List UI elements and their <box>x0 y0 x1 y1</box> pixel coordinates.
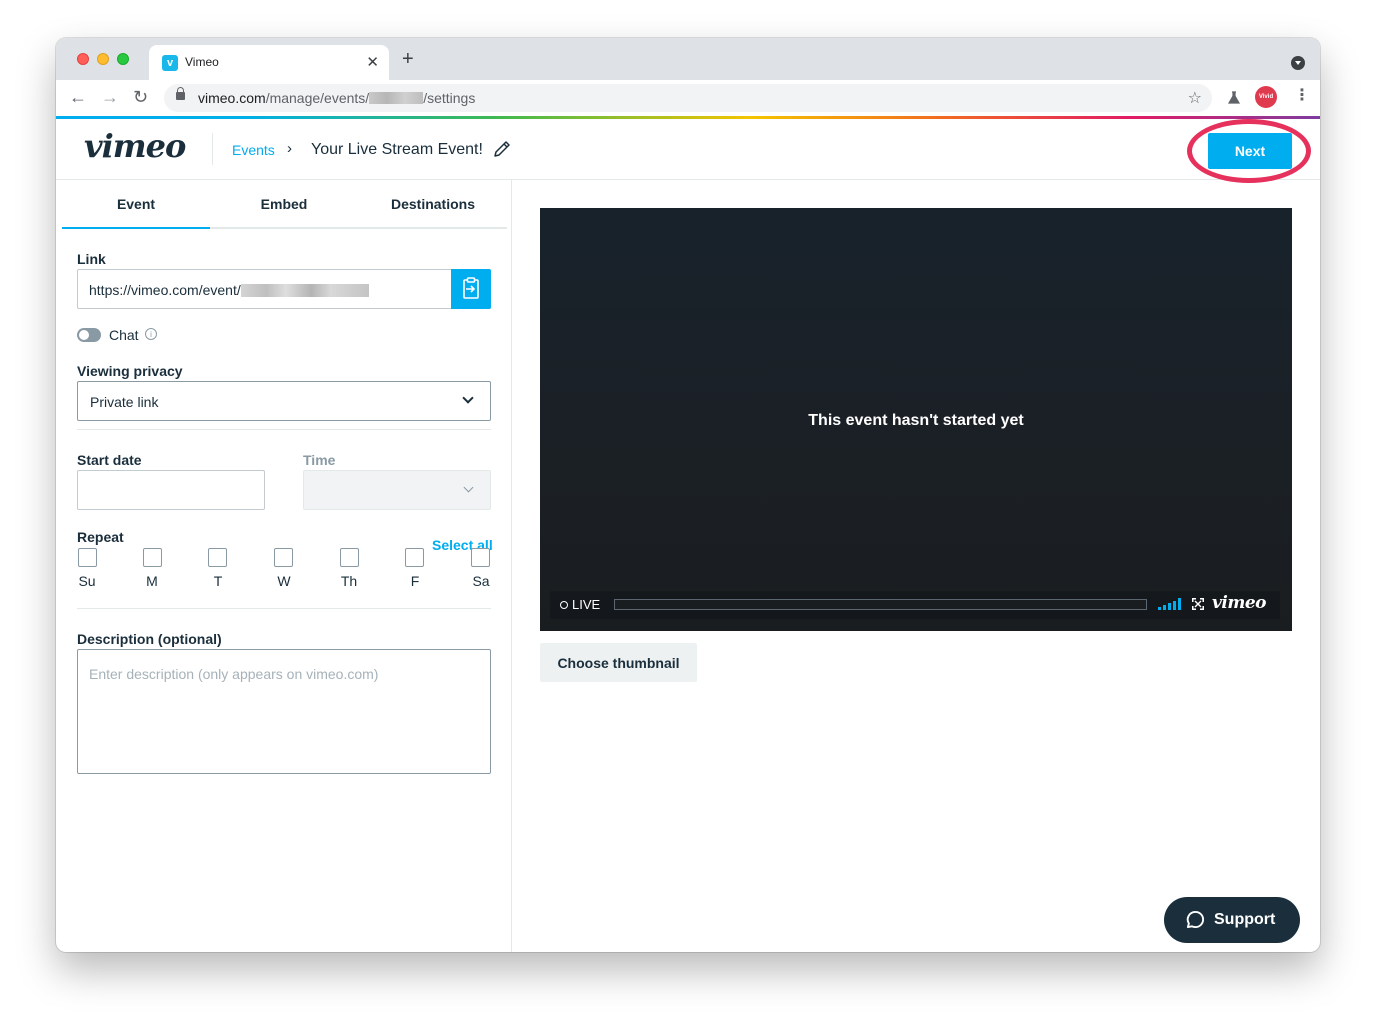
tab-embed[interactable]: Embed <box>210 196 358 212</box>
choose-thumbnail-button[interactable]: Choose thumbnail <box>540 643 697 682</box>
chat-toggle[interactable] <box>77 328 101 342</box>
day-label-thursday: Th <box>340 573 358 589</box>
repeat-checkbox-monday[interactable] <box>143 548 162 567</box>
day-label-monday: M <box>146 573 158 589</box>
new-tab-button[interactable]: + <box>402 49 414 69</box>
url-domain: vimeo.com <box>198 90 266 106</box>
description-label: Description (optional) <box>77 631 222 647</box>
repeat-checkbox-friday[interactable] <box>405 548 424 567</box>
url-text: vimeo.com/manage/events/ /settings <box>198 90 475 106</box>
event-link-field[interactable]: https://vimeo.com/event/ <box>77 269 491 309</box>
profile-avatar[interactable]: Vivid SNAPS <box>1255 86 1277 122</box>
maximize-window-button[interactable] <box>117 53 129 65</box>
link-label: Link <box>77 251 106 267</box>
annotation-highlight-circle <box>1187 119 1311 183</box>
tab-destinations[interactable]: Destinations <box>359 196 507 212</box>
vimeo-logo[interactable]: vimeo <box>84 127 186 165</box>
labs-flask-icon[interactable] <box>1227 91 1241 105</box>
video-player-preview[interactable]: This event hasn't started yet LIVE vimeo <box>540 208 1292 631</box>
tab-strip: v Vimeo ✕ + <box>56 38 1320 80</box>
event-link-text: https://vimeo.com/event/ <box>89 282 241 298</box>
day-label-saturday: Sa <box>472 573 490 589</box>
clipboard-copy-icon <box>463 277 479 299</box>
tab-search-icon[interactable] <box>1291 56 1305 70</box>
tab-event[interactable]: Event <box>62 196 210 212</box>
reload-button[interactable]: ↻ <box>133 88 148 106</box>
viewing-privacy-select[interactable]: Private link <box>77 381 491 421</box>
viewing-privacy-value: Private link <box>90 394 159 410</box>
day-label-sunday: Su <box>78 573 96 589</box>
repeat-checkbox-thursday[interactable] <box>340 548 359 567</box>
time-select <box>303 470 491 510</box>
chat-label: Chat <box>109 327 139 343</box>
active-tab-indicator <box>62 227 210 229</box>
event-link-value: https://vimeo.com/event/ <box>89 282 369 298</box>
browser-toolbar: ← → ↻ vimeo.com/manage/events/ /settings … <box>56 80 1320 116</box>
repeat-label: Repeat <box>77 529 124 545</box>
url-path-start: /manage/events/ <box>265 90 370 106</box>
chevron-down-icon <box>463 482 474 493</box>
player-vimeo-logo[interactable]: vimeo <box>1212 593 1266 613</box>
day-label-wednesday: W <box>277 573 291 589</box>
day-label-tuesday: T <box>213 573 223 589</box>
start-date-input[interactable] <box>77 470 265 510</box>
breadcrumb-chevron-icon: › <box>287 140 292 157</box>
repeat-checkbox-wednesday[interactable] <box>274 548 293 567</box>
chevron-down-icon <box>462 392 474 404</box>
tab-title: Vimeo <box>185 55 219 69</box>
header-divider <box>212 133 213 165</box>
fullscreen-icon[interactable] <box>1192 598 1204 610</box>
address-bar[interactable]: vimeo.com/manage/events/ /settings ☆ <box>164 84 1212 112</box>
live-label: LIVE <box>572 597 601 612</box>
repeat-checkbox-tuesday[interactable] <box>208 548 227 567</box>
bookmark-star-icon[interactable]: ☆ <box>1188 88 1202 108</box>
player-control-bar: LIVE vimeo <box>550 591 1280 619</box>
info-icon[interactable]: i <box>145 328 157 340</box>
app-header: vimeo Events › Your Live Stream Event! N… <box>56 119 1320 183</box>
settings-panel: Event Embed Destinations Link https://vi… <box>56 180 512 952</box>
lock-icon[interactable] <box>176 87 185 100</box>
redacted-event-id <box>369 92 424 104</box>
redacted-link-id <box>240 284 369 297</box>
repeat-checkbox-saturday[interactable] <box>471 548 490 567</box>
minimize-window-button[interactable] <box>97 53 109 65</box>
section-divider <box>77 608 491 609</box>
time-label: Time <box>303 452 336 468</box>
copy-link-button[interactable] <box>451 269 491 309</box>
description-textarea[interactable] <box>77 649 491 774</box>
live-indicator-icon <box>560 601 568 609</box>
breadcrumb-events-link[interactable]: Events <box>232 142 275 158</box>
repeat-checkbox-sunday[interactable] <box>78 548 97 567</box>
url-path-end: /settings <box>423 90 476 106</box>
volume-bars-icon[interactable] <box>1158 598 1182 610</box>
viewing-privacy-label: Viewing privacy <box>77 363 183 379</box>
support-label: Support <box>1214 911 1276 928</box>
vimeo-favicon-icon: v <box>162 55 178 71</box>
settings-tabs: Event Embed Destinations <box>62 180 507 229</box>
pencil-icon[interactable] <box>492 139 512 159</box>
close-tab-icon[interactable]: ✕ <box>366 53 379 71</box>
back-button[interactable]: ← <box>69 88 87 106</box>
event-status-message: This event hasn't started yet <box>808 412 1024 429</box>
browser-tab-vimeo[interactable]: v Vimeo ✕ <box>149 45 389 80</box>
player-progress-bar[interactable] <box>614 599 1147 610</box>
chat-bubble-icon <box>1186 910 1204 929</box>
section-divider <box>77 429 491 430</box>
day-label-friday: F <box>410 573 420 589</box>
close-window-button[interactable] <box>77 53 89 65</box>
browser-window: v Vimeo ✕ + ← → ↻ vimeo.com/manage/event… <box>56 38 1320 952</box>
forward-button[interactable]: → <box>101 88 119 106</box>
start-date-label: Start date <box>77 452 142 468</box>
support-button[interactable]: Support <box>1164 897 1300 943</box>
browser-menu-icon[interactable]: ⋮ <box>1294 86 1310 106</box>
page-title: Your Live Stream Event! <box>311 141 483 158</box>
